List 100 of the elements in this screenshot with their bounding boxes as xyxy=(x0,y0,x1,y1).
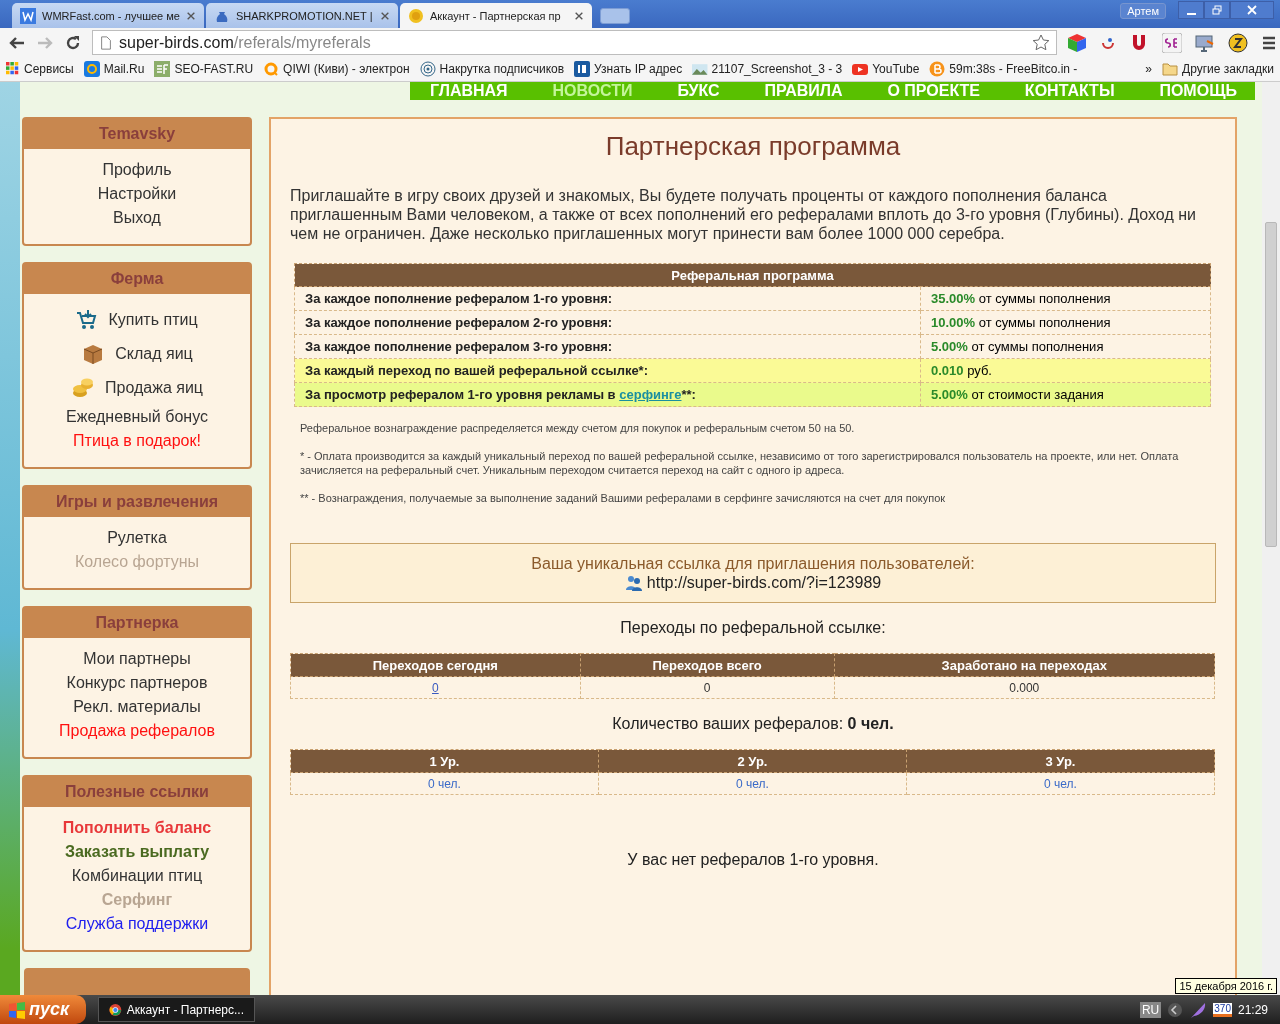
restore-icon xyxy=(1212,5,1222,15)
taskbar-button[interactable]: Аккаунт - Партнерс... xyxy=(98,997,255,1022)
column-header: Заработано на переходах xyxy=(834,653,1215,677)
folder-icon xyxy=(1162,61,1179,77)
coin-icon xyxy=(408,7,424,24)
more-bookmarks-button[interactable]: » xyxy=(1145,62,1153,76)
sidebar-link[interactable]: Продажа рефералов xyxy=(59,719,215,743)
table-cell: За каждый переход по вашей реферальной ссылке*: xyxy=(294,358,921,383)
table-cell: 0.000 xyxy=(834,676,1215,699)
table-cell: За каждое пополнение рефералом 1-го уровня: xyxy=(294,286,921,311)
sidebar-link[interactable]: Комбинации птиц xyxy=(71,864,203,888)
sidebar-link[interactable]: Настройки xyxy=(97,182,177,206)
column-header: Переходов всего xyxy=(580,653,835,677)
close-button[interactable] xyxy=(1230,1,1274,19)
table-cell: 0 чел. xyxy=(906,772,1215,795)
sidebar-link[interactable]: Склад яиц xyxy=(115,342,193,366)
target-icon xyxy=(419,61,436,77)
cart-icon xyxy=(76,309,99,331)
scroll-thumb[interactable] xyxy=(1265,222,1277,547)
intro-text: Приглашайте в игру своих друзей и знакомых, Вы будете получать проценты от каждого пополнения баланса приглашенным Вами человеком, а также от всех пополнений его рефералами вплоть до 3-го уровня (Глубины). Доход ни чем не ограничен. Даже несколько приглашенных могут принести вам более 1000 000 серебра. xyxy=(290,186,1197,243)
browser-icon xyxy=(109,1001,122,1018)
sidebar-link[interactable]: Мои партнеры xyxy=(83,647,191,671)
link-caption: Ваша уникальная ссылка для приглашения пользователей: xyxy=(531,554,975,573)
count-link[interactable]: 0 xyxy=(432,680,439,695)
sidebar-link[interactable]: Птица в подарок! xyxy=(73,429,201,453)
column-header: Переходов сегодня xyxy=(290,653,581,677)
card-title: Temavsky xyxy=(24,119,250,149)
bookmark[interactable]: Mail.Ru xyxy=(83,61,145,77)
tray-counter[interactable]: 370 xyxy=(1213,1002,1232,1017)
browser-tab[interactable]: WMRFast.com - лучшее ме xyxy=(12,3,204,28)
monitor-icon[interactable] xyxy=(1195,32,1215,53)
sidebar-link[interactable]: Профиль xyxy=(102,158,172,182)
language-indicator[interactable]: RU xyxy=(1139,1001,1162,1018)
bookmark[interactable]: 21107_Screenshot_3 - 3 xyxy=(692,61,843,77)
table-cell: 35.00% от суммы пополнения xyxy=(920,286,1211,311)
table-cell: 5.00% от суммы пополнения xyxy=(920,334,1211,359)
card-title: Полезные ссылки xyxy=(24,777,250,807)
sidebar-link[interactable]: Рулетка xyxy=(107,526,167,550)
badge-icon xyxy=(574,61,591,77)
bookmark[interactable]: 59m:38s - FreeBitco.in - xyxy=(929,61,1078,77)
sidebar-link[interactable]: Служба поддержки xyxy=(65,912,209,936)
profile-button[interactable]: Артем xyxy=(1120,3,1166,19)
table-cell: 0 чел. xyxy=(290,772,599,795)
bookmark-folder[interactable]: Другие закладки xyxy=(1162,61,1274,77)
sidebar-link[interactable]: Пополнить баланс xyxy=(62,816,212,840)
cube-icon[interactable] xyxy=(1067,32,1087,53)
browser-tab[interactable]: Аккаунт - Партнерская пр xyxy=(400,3,592,28)
ring-icon xyxy=(263,61,280,77)
sidebar-link[interactable]: Заказать выплату xyxy=(64,840,210,864)
menu-icon[interactable] xyxy=(1261,34,1277,51)
page-icon xyxy=(99,35,113,50)
sidebar-link[interactable]: Продажа яиц xyxy=(105,376,203,400)
script-icon[interactable] xyxy=(1162,32,1182,53)
browser-tab[interactable]: SHARKPROMOTION.NET | xyxy=(206,3,398,28)
letter-icon xyxy=(20,7,36,24)
bookmark[interactable]: Накрутка подписчиков xyxy=(419,61,565,77)
table-cell: За просмотр рефералом 1-го уровня рекламы в серфинге**: xyxy=(294,382,921,407)
column-header: 2 Ур. xyxy=(598,749,907,773)
sidebar-link[interactable]: Выход xyxy=(113,206,161,230)
footnote: Реферальное вознаграждение распределяется между счетом для покупок и реферальным счетом 50 на 50. xyxy=(299,421,856,435)
sidebar-link[interactable]: Рекл. материалы xyxy=(73,695,201,719)
bookmark[interactable]: QIWI (Киви) - электрон xyxy=(263,61,410,77)
bookmark[interactable]: SEO-FAST.RU xyxy=(154,61,254,77)
address-bar[interactable]: super-birds.com/referals/myreferals xyxy=(92,30,1057,55)
referral-link[interactable]: http://super-birds.com/?i=123989 xyxy=(624,573,882,592)
table-cell: 0 чел. xyxy=(598,772,907,795)
maximize-button[interactable] xyxy=(1204,1,1230,19)
bookmark[interactable]: Сервисы xyxy=(6,62,74,76)
scrollbar[interactable] xyxy=(1262,82,1280,995)
close-icon[interactable] xyxy=(186,10,196,21)
play-icon xyxy=(852,61,869,77)
sidebar-link[interactable]: Конкурс партнеров xyxy=(66,671,208,695)
users-icon xyxy=(624,573,643,592)
table-cell: 10.00% от суммы пополнения xyxy=(920,310,1211,335)
coin-icon[interactable] xyxy=(1228,32,1248,53)
minimize-button[interactable] xyxy=(1178,1,1204,19)
column-header: 1 Ур. xyxy=(290,749,599,773)
star-icon[interactable] xyxy=(1032,33,1050,52)
table-cell: 0.010 руб. xyxy=(920,358,1211,383)
card-title: Ферма xyxy=(24,264,250,294)
sidebar-link[interactable]: Ежедневный бонус xyxy=(66,405,208,429)
chevron-left-icon[interactable] xyxy=(1167,1001,1184,1018)
bookmark[interactable]: YouTube xyxy=(852,61,920,77)
reload-button[interactable] xyxy=(64,33,82,52)
empty-message: У вас нет рефералов 1-го уровня. xyxy=(626,851,880,869)
close-icon[interactable] xyxy=(574,10,584,21)
minimize-icon xyxy=(1186,13,1196,15)
card-title: Игры и развлечения xyxy=(24,487,250,517)
start-button[interactable]: пуск xyxy=(0,995,86,1024)
bookmark[interactable]: Узнать IP адрес xyxy=(574,61,683,77)
url-text: super-birds.com/referals/myreferals xyxy=(119,33,372,52)
reload-icon xyxy=(64,33,82,52)
page-title: Партнерская программа xyxy=(604,131,902,162)
at-sign-icon xyxy=(83,61,100,77)
sidebar-link[interactable]: Купить птиц xyxy=(108,308,198,332)
windows-flag-icon xyxy=(8,1000,26,1019)
table-cell: 0 xyxy=(580,676,835,699)
close-icon[interactable] xyxy=(380,10,390,21)
table-cell: За каждое пополнение рефералом 3-го уровня: xyxy=(294,334,921,359)
coins-icon xyxy=(71,376,95,400)
